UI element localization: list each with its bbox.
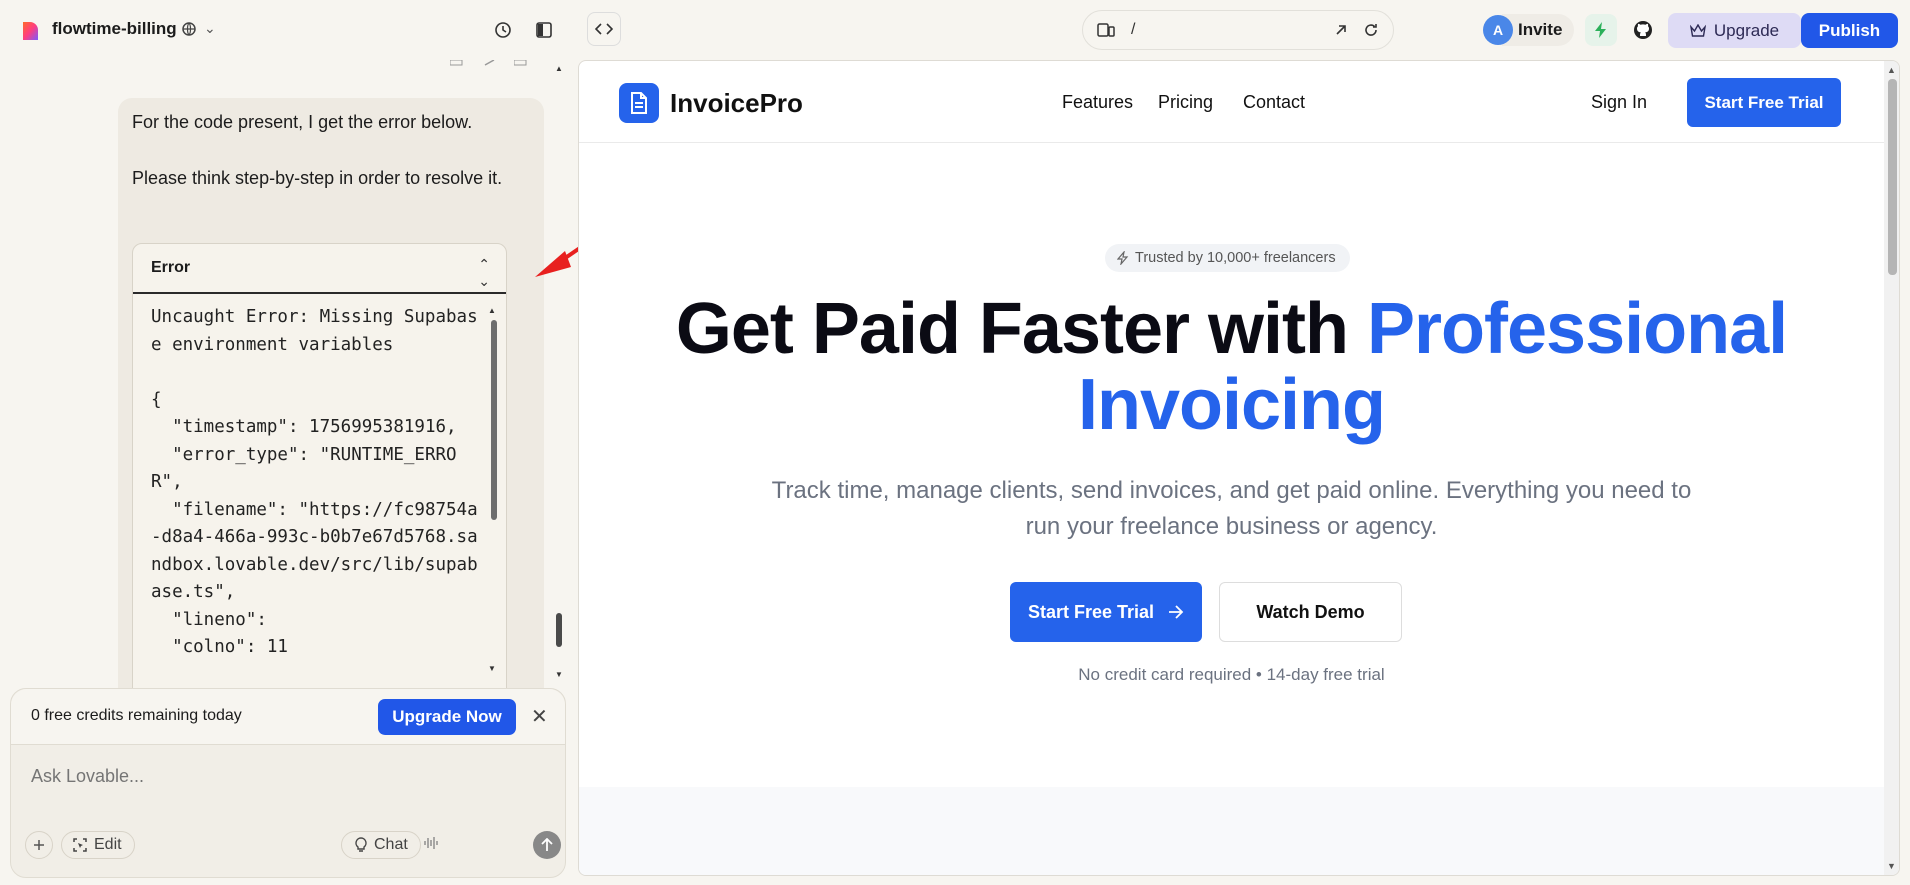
chat-panel: ▲ For the code present, I get the error … [0, 60, 570, 885]
error-code: Uncaught Error: Missing Supabase environ… [151, 307, 478, 657]
hero-cta-label: Start Free Trial [1027, 601, 1155, 622]
chat-label: Chat [374, 836, 408, 853]
project-name[interactable]: flowtime-billing [52, 19, 177, 39]
credits-banner: 0 free credits remaining today Upgrade N… [11, 689, 565, 745]
nav-contact-link[interactable]: Contact [1243, 92, 1305, 113]
chat-scroll-down-arrow[interactable]: ▼ [555, 670, 563, 679]
edit-mode-button[interactable]: Edit [61, 831, 135, 859]
close-icon[interactable]: ✕ [531, 704, 548, 729]
trust-badge-text: Trusted by 10,000+ freelancers [1135, 250, 1336, 266]
chat-composer: 0 free credits remaining today Upgrade N… [10, 688, 566, 878]
edit-message-icon[interactable] [484, 60, 498, 66]
message-line-1: For the code present, I get the error be… [132, 112, 473, 132]
lovable-logo-icon[interactable] [20, 20, 42, 42]
arrow-up-icon [541, 838, 553, 851]
url-path[interactable]: / [1131, 21, 1135, 39]
preview-scroll-down-arrow[interactable]: ▼ [1887, 861, 1896, 871]
nav-features-link[interactable]: Features [1062, 92, 1133, 113]
credits-text: 0 free credits remaining today [31, 707, 242, 724]
error-scrollbar-thumb[interactable] [491, 320, 497, 520]
top-bar: flowtime-billing ⌄ / Invite A Upgrade Pu… [0, 0, 1910, 60]
copy-icon[interactable] [450, 60, 464, 66]
sign-in-link[interactable]: Sign In [1591, 92, 1647, 113]
integrations-button[interactable] [1585, 14, 1617, 46]
history-icon [495, 22, 511, 38]
user-message: For the code present, I get the error be… [118, 98, 544, 738]
globe-icon [182, 22, 196, 36]
upgrade-label: Upgrade [1713, 20, 1780, 40]
clipboard-icon[interactable] [514, 60, 528, 66]
upgrade-button[interactable]: Upgrade [1668, 13, 1801, 48]
error-panel: Error ⌃ ⌄ Uncaught Error: Missing Supabas… [132, 243, 507, 738]
edit-label: Edit [94, 836, 122, 853]
avatar[interactable]: A [1483, 15, 1513, 45]
device-preview-icon[interactable] [1097, 22, 1115, 38]
error-scroll-down-arrow[interactable]: ▼ [488, 664, 496, 673]
error-scroll-up-arrow[interactable]: ▲ [488, 306, 496, 315]
hero-subtitle: Track time, manage clients, send invoice… [771, 477, 1692, 540]
hero-title-dark: Get Paid Faster with [675, 289, 1349, 369]
preview-scrollbar-thumb[interactable] [1888, 79, 1897, 275]
sidebar-icon [536, 22, 552, 38]
site-preview: InvoicePro Features Pricing Contact Sign… [578, 60, 1900, 876]
select-edit-icon [73, 838, 87, 852]
hero-note: No credit card required • 14-day free tr… [1078, 665, 1385, 684]
history-button[interactable] [489, 16, 517, 44]
chat-scroll-up-arrow[interactable]: ▲ [555, 64, 563, 73]
plus-icon [34, 840, 44, 850]
lightbulb-icon [355, 837, 367, 852]
nav-pricing-link[interactable]: Pricing [1158, 92, 1213, 113]
add-attachment-button[interactable] [25, 831, 53, 859]
message-line-2: Please think step-by-step in order to re… [132, 168, 503, 188]
chat-mode-button[interactable]: Chat [341, 831, 421, 859]
chevron-down-icon[interactable]: ⌄ [204, 20, 216, 37]
watch-demo-button[interactable]: Watch Demo [1219, 582, 1402, 642]
github-icon [1634, 21, 1652, 39]
document-icon [631, 92, 647, 114]
code-view-button[interactable] [587, 12, 621, 46]
brand-logo[interactable] [619, 83, 659, 123]
site-navbar: InvoicePro Features Pricing Contact Sign… [579, 61, 1884, 143]
start-free-trial-button[interactable]: Start Free Trial [1687, 78, 1841, 127]
crown-icon [1689, 23, 1706, 37]
github-button[interactable] [1627, 14, 1659, 46]
voice-input-icon[interactable] [423, 835, 439, 851]
code-icon [595, 23, 613, 35]
preview-url-bar[interactable]: / [1082, 10, 1394, 50]
open-external-icon[interactable] [1333, 22, 1349, 38]
toggle-sidebar-button[interactable] [530, 16, 558, 44]
hero-title: Get Paid Faster with Professional Invoic… [639, 291, 1824, 443]
trust-badge: Trusted by 10,000+ freelancers [1105, 244, 1350, 272]
refresh-icon[interactable] [1363, 22, 1379, 38]
hero-start-trial-button[interactable]: Start Free Trial [1010, 582, 1202, 642]
chat-input[interactable] [31, 766, 531, 787]
composer-toolbar: Edit Chat [25, 831, 561, 861]
bolt-icon [1117, 251, 1129, 265]
brand-name[interactable]: InvoicePro [670, 88, 803, 119]
error-header[interactable]: Error ⌃ ⌄ [133, 244, 506, 294]
collapse-icon[interactable]: ⌃ ⌄ [478, 256, 490, 290]
send-button[interactable] [533, 831, 561, 859]
next-section [579, 787, 1884, 875]
bolt-icon [1595, 22, 1606, 38]
arrow-right-icon [1169, 605, 1184, 619]
error-title: Error [151, 259, 191, 276]
chat-scrollbar-thumb[interactable] [556, 613, 562, 647]
publish-button[interactable]: Publish [1801, 13, 1898, 48]
upgrade-now-button[interactable]: Upgrade Now [378, 699, 516, 735]
preview-scroll-up-arrow[interactable]: ▲ [1887, 65, 1896, 75]
